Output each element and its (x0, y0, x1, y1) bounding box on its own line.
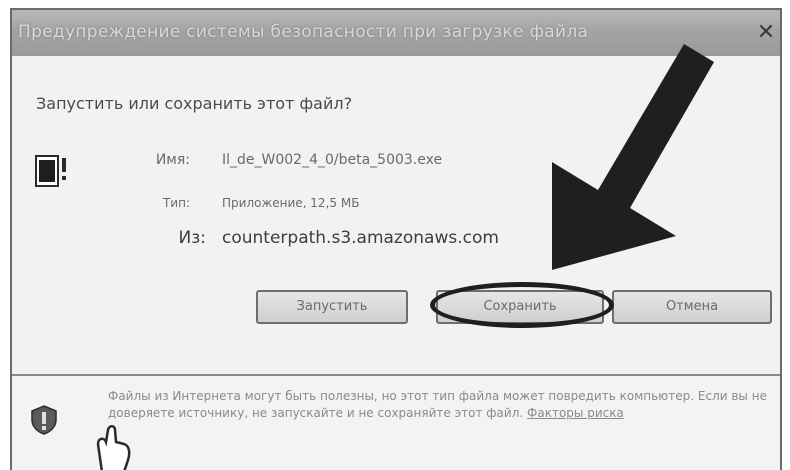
title-bar: Предупреждение системы безопасности при … (12, 10, 780, 57)
download-security-dialog: Предупреждение системы безопасности при … (10, 8, 782, 470)
close-icon[interactable]: ✕ (754, 20, 778, 46)
application-file-icon (35, 155, 66, 187)
file-source-label: Из: (178, 228, 206, 248)
warning-message: Файлы из Интернета могут быть полезны, н… (108, 389, 767, 420)
file-source-value: counterpath.s3.amazonaws.com (222, 228, 499, 248)
dialog-body: Запустить или сохранить этот файл? Имя: … (12, 56, 780, 374)
cancel-button[interactable]: Отмена (612, 290, 772, 324)
warning-panel: Файлы из Интернета могут быть полезны, н… (12, 376, 780, 470)
dialog-question: Запустить или сохранить этот файл? (36, 94, 353, 113)
file-name-value: Il_de_W002_4_0/beta_5003.exe (222, 152, 443, 168)
screenshot: Предупреждение системы безопасности при … (0, 0, 790, 470)
run-button[interactable]: Запустить (256, 290, 408, 324)
warning-text: Файлы из Интернета могут быть полезны, н… (108, 388, 776, 422)
save-button[interactable]: Сохранить (436, 290, 604, 324)
hand-cursor-icon (96, 425, 131, 470)
file-type-value: Приложение, 12,5 МБ (222, 196, 360, 210)
window-title: Предупреждение системы безопасности при … (18, 22, 589, 42)
risk-factors-link[interactable]: Факторы риска (527, 406, 624, 420)
file-type-label: Тип: (162, 196, 190, 210)
shield-warning-icon (31, 405, 57, 435)
file-name-label: Имя: (155, 152, 190, 168)
